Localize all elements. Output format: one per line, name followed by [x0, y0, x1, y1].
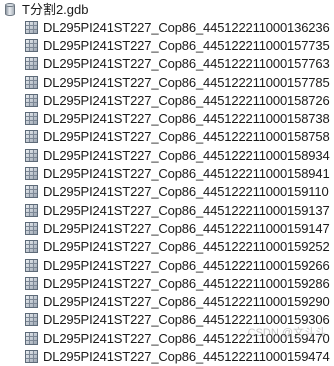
- raster-dataset-item[interactable]: DL295PI241ST227_Cop86_445122211000159252: [25, 238, 334, 256]
- raster-dataset-icon: [25, 349, 38, 363]
- raster-dataset-item[interactable]: DL295PI241ST227_Cop86_445122211000157785: [25, 73, 334, 91]
- raster-dataset-item[interactable]: DL295PI241ST227_Cop86_445122211000159110: [25, 183, 334, 201]
- raster-dataset-icon: [25, 38, 38, 52]
- raster-dataset-item[interactable]: DL295PI241ST227_Cop86_445122211000159290: [25, 292, 334, 310]
- raster-dataset-item[interactable]: DL295PI241ST227_Cop86_445122211000158934: [25, 146, 334, 164]
- watermark: CSDN @文斗斗: [247, 327, 326, 339]
- raster-dataset-label: DL295PI241ST227_Cop86_445122211000157785: [43, 74, 330, 90]
- raster-dataset-label: DL295PI241ST227_Cop86_445122211000159110: [43, 184, 329, 200]
- raster-dataset-label: DL295PI241ST227_Cop86_445122211000159286: [43, 275, 330, 291]
- raster-dataset-label: DL295PI241ST227_Cop86_445122211000159290: [43, 294, 330, 310]
- raster-dataset-label: DL295PI241ST227_Cop86_445122211000158726: [43, 92, 330, 108]
- raster-dataset-item[interactable]: DL295PI241ST227_Cop86_445122211000158758: [25, 128, 334, 146]
- raster-dataset-label: DL295PI241ST227_Cop86_445122211000158738: [43, 111, 330, 127]
- raster-dataset-label: DL295PI241ST227_Cop86_445122211000157763: [43, 56, 330, 72]
- raster-dataset-icon: [25, 112, 38, 126]
- raster-dataset-icon: [25, 258, 38, 272]
- raster-dataset-item[interactable]: DL295PI241ST227_Cop86_445122211000158941: [25, 164, 334, 182]
- raster-dataset-item[interactable]: DL295PI241ST227_Cop86_445122211000136236: [25, 18, 334, 36]
- raster-dataset-item[interactable]: DL295PI241ST227_Cop86_445122211000158738: [25, 109, 334, 127]
- raster-dataset-icon: [25, 20, 38, 34]
- raster-dataset-icon: [25, 57, 38, 71]
- raster-dataset-item[interactable]: DL295PI241ST227_Cop86_445122211000157763: [25, 55, 334, 73]
- raster-dataset-icon: [25, 148, 38, 162]
- raster-dataset-list: DL295PI241ST227_Cop86_445122211000136236…: [25, 18, 334, 366]
- raster-dataset-label: DL295PI241ST227_Cop86_445122211000159147: [43, 220, 330, 236]
- raster-dataset-item[interactable]: DL295PI241ST227_Cop86_445122211000158726: [25, 91, 334, 109]
- raster-dataset-label: DL295PI241ST227_Cop86_445122211000158758: [43, 129, 330, 145]
- raster-dataset-label: DL295PI241ST227_Cop86_445122211000158934: [43, 147, 330, 163]
- raster-dataset-item[interactable]: DL295PI241ST227_Cop86_445122211000159286: [25, 274, 334, 292]
- geodatabase-icon: [3, 2, 17, 17]
- raster-dataset-icon: [25, 276, 38, 290]
- raster-dataset-label: DL295PI241ST227_Cop86_445122211000158941: [43, 166, 330, 182]
- raster-dataset-icon: [25, 93, 38, 107]
- raster-dataset-item[interactable]: DL295PI241ST227_Cop86_445122211000159474: [25, 347, 334, 365]
- raster-dataset-item[interactable]: DL295PI241ST227_Cop86_445122211000159147: [25, 219, 334, 237]
- raster-dataset-icon: [25, 221, 38, 235]
- raster-dataset-item[interactable]: DL295PI241ST227_Cop86_445122211000157735: [25, 36, 334, 54]
- raster-dataset-label: DL295PI241ST227_Cop86_445122211000136236: [43, 19, 330, 35]
- raster-dataset-icon: [25, 185, 38, 199]
- raster-dataset-icon: [25, 295, 38, 309]
- raster-dataset-label: DL295PI241ST227_Cop86_445122211000159266: [43, 257, 330, 273]
- raster-dataset-icon: [25, 313, 38, 327]
- raster-dataset-icon: [25, 167, 38, 181]
- raster-dataset-label: DL295PI241ST227_Cop86_445122211000159137: [43, 202, 330, 218]
- raster-dataset-label: DL295PI241ST227_Cop86_445122211000159252: [43, 239, 330, 255]
- raster-dataset-icon: [25, 240, 38, 254]
- raster-dataset-label: DL295PI241ST227_Cop86_445122211000159474: [43, 348, 330, 364]
- geodatabase-label: T分割2.gdb: [22, 2, 89, 17]
- raster-dataset-item[interactable]: DL295PI241ST227_Cop86_445122211000159137: [25, 201, 334, 219]
- geodatabase-node[interactable]: T分割2.gdb: [3, 1, 88, 18]
- raster-dataset-icon: [25, 203, 38, 217]
- raster-dataset-item[interactable]: DL295PI241ST227_Cop86_445122211000159266: [25, 256, 334, 274]
- catalog-tree: T分割2.gdb DL295PI241ST227_Cop86_445122211…: [0, 0, 334, 364]
- raster-dataset-icon: [25, 130, 38, 144]
- raster-dataset-icon: [25, 75, 38, 89]
- raster-dataset-label: DL295PI241ST227_Cop86_445122211000157735: [43, 37, 330, 53]
